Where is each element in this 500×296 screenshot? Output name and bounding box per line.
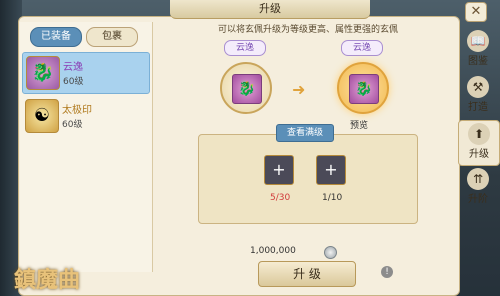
item-level: 60级 bbox=[63, 77, 84, 87]
close-icon[interactable]: ✕ bbox=[465, 2, 487, 22]
plus-icon: + bbox=[324, 160, 338, 179]
current-item-orb[interactable]: 🐉 bbox=[220, 62, 272, 114]
game-logo: 鎮魔曲 bbox=[14, 268, 81, 293]
preview-item-label: 云逸 bbox=[341, 40, 383, 56]
preview-label: 预览 bbox=[350, 121, 369, 131]
list-item[interactable]: ☯ 太极印 60级 bbox=[22, 96, 148, 136]
tab-equipped[interactable]: 已装备 bbox=[30, 27, 82, 47]
upgrade-button[interactable]: 升 级 bbox=[258, 261, 356, 287]
material-count: 1/10 bbox=[322, 193, 343, 203]
tab-bag[interactable]: 包裹 bbox=[86, 27, 138, 47]
tab-catalog[interactable]: 📖 图鉴 bbox=[458, 28, 498, 72]
upgrade-hint: 可以将玄佩升级为等级更高、属性更强的玄佩 bbox=[217, 25, 398, 35]
forge-icon: ⚒ bbox=[467, 76, 489, 98]
tab-forge[interactable]: ⚒ 打造 bbox=[458, 74, 498, 118]
preview-item-orb[interactable]: 🐉 bbox=[337, 62, 389, 114]
arrow-right-icon: ➜ bbox=[292, 80, 306, 99]
advance-icon: ⇈ bbox=[467, 168, 489, 190]
dragon-card-icon: 🐉 bbox=[26, 56, 60, 90]
dragon-card-icon: 🐉 bbox=[349, 74, 379, 104]
list-item[interactable]: 🐉 云逸 60级 bbox=[22, 52, 150, 94]
tab-advance[interactable]: ⇈ 升阶 bbox=[458, 166, 498, 210]
dragon-card-icon: 🐉 bbox=[232, 74, 262, 104]
item-name: 云逸 bbox=[63, 62, 83, 73]
sidebar-item-label: 打造 bbox=[468, 102, 488, 113]
info-icon[interactable]: ! bbox=[381, 266, 393, 278]
plus-icon: + bbox=[272, 160, 286, 179]
materials-panel bbox=[198, 134, 418, 224]
material-slot-1[interactable]: + bbox=[264, 155, 294, 185]
silver-coin-icon bbox=[324, 246, 337, 259]
upgrade-cost: 1,000,000 bbox=[250, 246, 296, 256]
current-item-label: 云逸 bbox=[224, 40, 266, 56]
view-max-level-button[interactable]: 查看满级 bbox=[276, 124, 334, 142]
tab-upgrade[interactable]: ⬆ 升级 bbox=[458, 120, 500, 166]
item-name: 太极印 bbox=[62, 105, 92, 116]
sidebar-item-label: 升阶 bbox=[468, 194, 488, 205]
window-title: 升级 bbox=[170, 0, 370, 19]
upgrade-icon: ⬆ bbox=[468, 123, 490, 145]
item-level: 60级 bbox=[62, 120, 83, 130]
material-slot-2[interactable]: + bbox=[316, 155, 346, 185]
book-icon: 📖 bbox=[467, 30, 489, 52]
sidebar-item-label: 升级 bbox=[469, 149, 489, 160]
sidebar-item-label: 图鉴 bbox=[468, 56, 488, 67]
material-count: 5/30 bbox=[270, 193, 291, 203]
taiji-seal-icon: ☯ bbox=[25, 99, 59, 133]
